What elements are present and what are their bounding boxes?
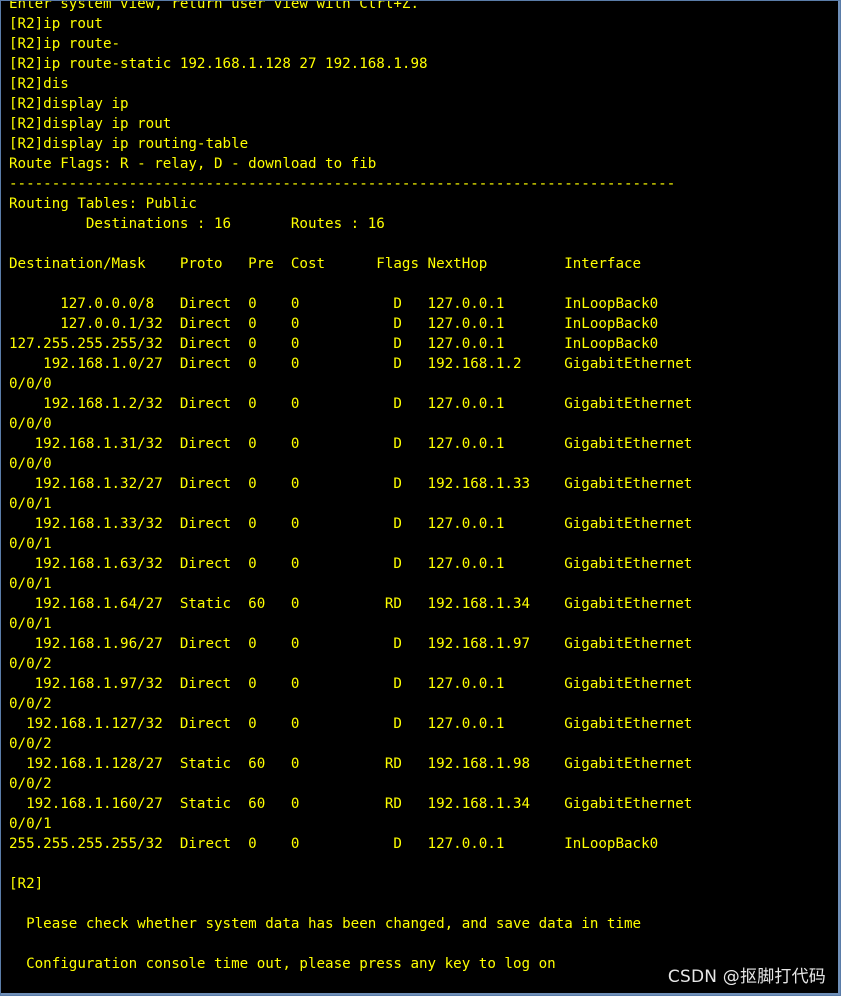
terminal-line: Route Flags: R - relay, D - download to … xyxy=(9,156,377,172)
terminal-line: Routing Tables: Public xyxy=(9,196,197,212)
terminal-line: 192.168.1.0/27 Direct 0 0 D 192.168.1.2 … xyxy=(9,356,693,372)
terminal-line: [R2]display ip routing-table xyxy=(9,136,249,152)
terminal-line: Please check whether system data has bee… xyxy=(9,916,642,932)
terminal-line: 192.168.1.32/27 Direct 0 0 D 192.168.1.3… xyxy=(9,476,693,492)
watermark-text: CSDN @抠脚打代码 xyxy=(667,967,826,987)
terminal-line: 0/0/2 xyxy=(9,696,52,712)
terminal-line: 192.168.1.127/32 Direct 0 0 D 127.0.0.1 … xyxy=(9,716,693,732)
terminal-line: 127.255.255.255/32 Direct 0 0 D 127.0.0.… xyxy=(9,336,659,352)
terminal-line: [R2]ip route- xyxy=(9,36,121,52)
terminal-line: 0/0/1 xyxy=(9,496,52,512)
terminal-window: Enter system view, return user view with… xyxy=(0,0,841,996)
terminal-line: 192.168.1.64/27 Static 60 0 RD 192.168.1… xyxy=(9,596,693,612)
terminal-line: [R2]display ip rout xyxy=(9,116,172,132)
terminal-line: 0/0/0 xyxy=(9,416,52,432)
terminal-line: 0/0/0 xyxy=(9,456,52,472)
terminal-line: 192.168.1.63/32 Direct 0 0 D 127.0.0.1 G… xyxy=(9,556,693,572)
terminal-line: 0/0/1 xyxy=(9,576,52,592)
terminal-line: 0/0/0 xyxy=(9,376,52,392)
terminal-line: 192.168.1.2/32 Direct 0 0 D 127.0.0.1 Gi… xyxy=(9,396,693,412)
terminal-line: 192.168.1.97/32 Direct 0 0 D 127.0.0.1 G… xyxy=(9,676,693,692)
terminal-screen[interactable]: Enter system view, return user view with… xyxy=(1,1,840,995)
terminal-line: [R2]dis xyxy=(9,76,69,92)
terminal-line: 192.168.1.96/27 Direct 0 0 D 192.168.1.9… xyxy=(9,636,693,652)
terminal-line: 192.168.1.33/32 Direct 0 0 D 127.0.0.1 G… xyxy=(9,516,693,532)
terminal-line: Enter system view, return user view with… xyxy=(9,1,419,12)
vertical-scrollbar[interactable] xyxy=(838,1,840,995)
terminal-line: 0/0/2 xyxy=(9,736,52,752)
terminal-line: [R2]ip rout xyxy=(9,16,103,32)
terminal-line: [R2] xyxy=(9,876,44,892)
terminal-line: 0/0/2 xyxy=(9,656,52,672)
terminal-line: 192.168.1.31/32 Direct 0 0 D 127.0.0.1 G… xyxy=(9,436,693,452)
terminal-line: 127.0.0.1/32 Direct 0 0 D 127.0.0.1 InLo… xyxy=(9,316,659,332)
terminal-line: ----------------------------------------… xyxy=(9,176,676,192)
terminal-line: 0/0/1 xyxy=(9,616,52,632)
terminal-line: 192.168.1.160/27 Static 60 0 RD 192.168.… xyxy=(9,796,693,812)
terminal-line: Destinations : 16 Routes : 16 xyxy=(9,216,385,232)
terminal-line: Destination/Mask Proto Pre Cost Flags Ne… xyxy=(9,256,642,272)
terminal-line: 255.255.255.255/32 Direct 0 0 D 127.0.0.… xyxy=(9,836,659,852)
terminal-line: [R2]display ip xyxy=(9,96,129,112)
terminal-line: 0/0/1 xyxy=(9,536,52,552)
terminal-output: Enter system view, return user view with… xyxy=(9,1,692,974)
terminal-line: Configuration console time out, please p… xyxy=(9,956,556,972)
terminal-line: 0/0/1 xyxy=(9,816,52,832)
terminal-line: 0/0/2 xyxy=(9,776,52,792)
terminal-line: 127.0.0.0/8 Direct 0 0 D 127.0.0.1 InLoo… xyxy=(9,296,659,312)
terminal-line: 192.168.1.128/27 Static 60 0 RD 192.168.… xyxy=(9,756,693,772)
terminal-line: [R2]ip route-static 192.168.1.128 27 192… xyxy=(9,56,428,72)
horizontal-scrollbar[interactable] xyxy=(1,993,840,995)
